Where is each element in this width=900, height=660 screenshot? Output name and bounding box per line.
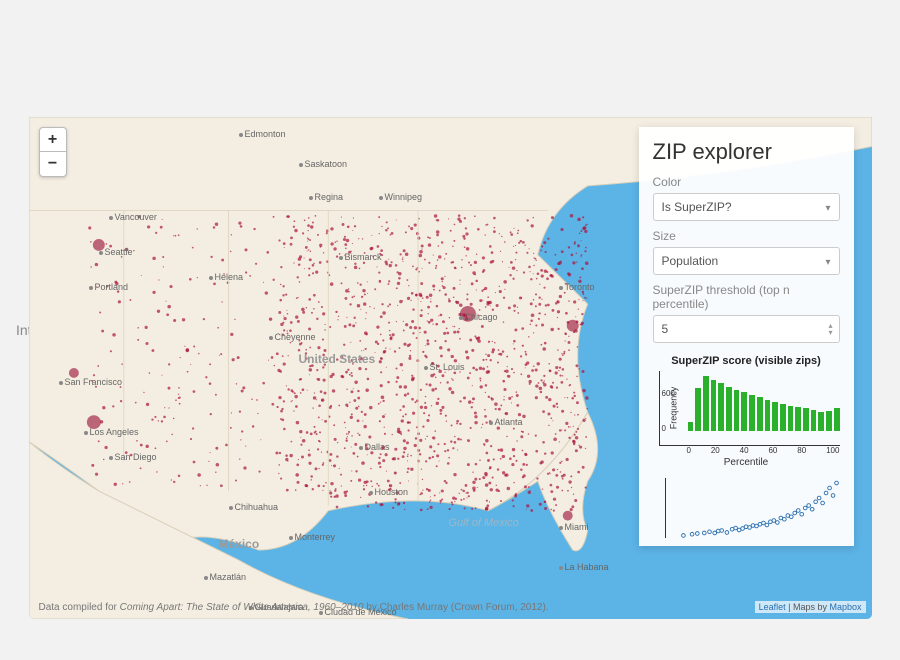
city-dallas: Dallas — [359, 442, 390, 452]
city-losangeles: Los Angeles — [84, 427, 139, 437]
histogram-xaxis: 020406080100 — [659, 446, 840, 455]
city-portland: Portland — [89, 282, 129, 292]
data-attribution: Data compiled for Coming Apart: The Stat… — [39, 602, 549, 613]
city-toronto: Toronto — [559, 282, 595, 292]
city-cheyenne: Cheyenne — [269, 332, 316, 342]
city-saskatoon: Saskatoon — [299, 159, 348, 169]
threshold-stepper[interactable]: 5▴▾ — [653, 315, 840, 343]
histogram-chart: Frequency 0 600 — [659, 371, 840, 446]
city-chicago: Chicago — [459, 312, 498, 322]
city-edmonton: Edmonton — [239, 129, 286, 139]
zoom-in-button[interactable]: + — [40, 128, 66, 152]
map-content: United States México Gulf of Mexico Edmo… — [29, 117, 872, 619]
city-houston: Houston — [369, 487, 409, 497]
city-chihuahua: Chihuahua — [229, 502, 279, 512]
label-gulf: Gulf of Mexico — [449, 517, 519, 529]
color-label: Color — [653, 175, 840, 189]
histogram-title: SuperZIP score (visible zips) — [653, 355, 840, 367]
city-atlanta: Atlanta — [489, 417, 523, 427]
zoom-out-button[interactable]: − — [40, 152, 66, 176]
chevron-down-icon — [825, 254, 830, 268]
panel-title: ZIP explorer — [653, 139, 840, 165]
city-seattle: Seattle — [99, 247, 133, 257]
label-country-us: United States — [299, 352, 376, 366]
city-mazatlan: Mazatlán — [204, 572, 247, 582]
city-winnipeg: Winnipeg — [379, 192, 423, 202]
city-regina: Regina — [309, 192, 344, 202]
city-sandiego: San Diego — [109, 452, 157, 462]
color-select[interactable]: Is SuperZIP? — [653, 193, 840, 221]
leaflet-link[interactable]: Leaflet — [759, 602, 786, 612]
threshold-label: SuperZIP threshold (top n percentile) — [653, 283, 840, 311]
browser-window: ‹ › ▥ shiny.rstudio.com ⇪ ⧉ + Shiny by R… — [28, 10, 873, 620]
mapbox-link[interactable]: Mapbox — [829, 602, 861, 612]
city-sanfrancisco: San Francisco — [59, 377, 123, 387]
city-vancouver: Vancouver — [109, 212, 157, 222]
city-bismarck: Bismarck — [339, 252, 382, 262]
zip-explorer-panel: ZIP explorer Color Is SuperZIP? Size Pop… — [639, 127, 854, 546]
label-country-mx: México — [219, 537, 260, 551]
stepper-arrows-icon[interactable]: ▴▾ — [828, 322, 832, 336]
city-miami: Miami — [559, 522, 589, 532]
chevron-down-icon — [825, 200, 830, 214]
histogram-xlabel: Percentile — [653, 457, 840, 468]
size-select[interactable]: Population — [653, 247, 840, 275]
city-monterrey: Monterrey — [289, 532, 336, 542]
scatter-chart: 250 200 150 100 50 — [665, 478, 840, 538]
size-label: Size — [653, 229, 840, 243]
city-stlouis: St. Louis — [424, 362, 465, 372]
zoom-control: + − — [39, 127, 67, 177]
city-helena: Helena — [209, 272, 244, 282]
map-credit: Leaflet | Maps by Mapbox — [755, 601, 866, 613]
city-lahabana: La Habana — [559, 562, 609, 572]
app-tabs: Superzip Interactive map Data explorer — [29, 81, 872, 117]
